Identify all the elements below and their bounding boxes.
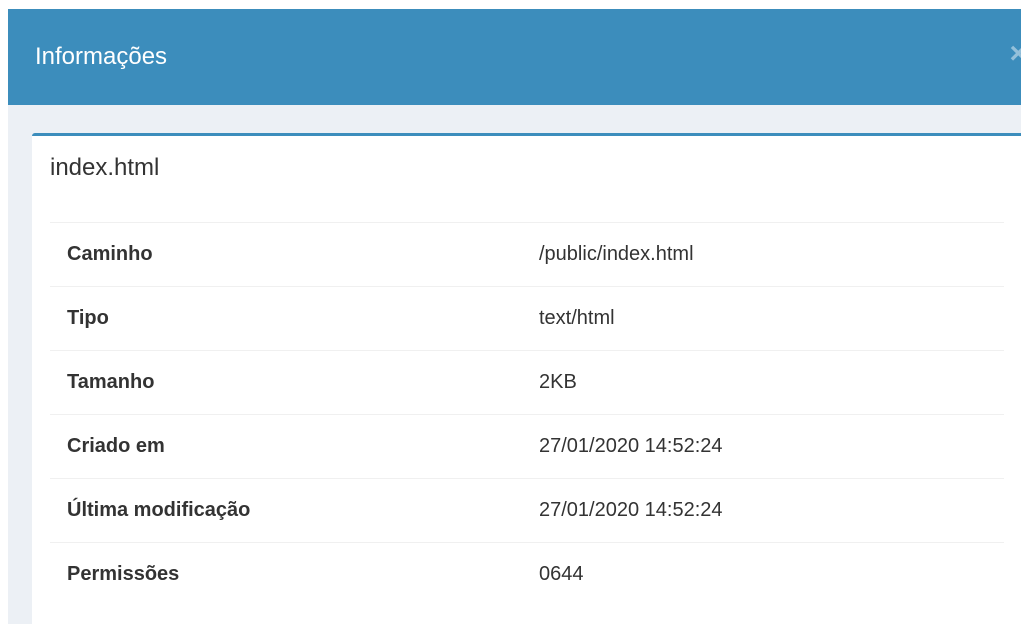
table-row-size: Tamanho 2KB (50, 350, 1004, 415)
row-label: Tipo (67, 307, 109, 329)
modal-title: Informações (35, 43, 168, 70)
row-label: Caminho (67, 243, 153, 265)
row-label: Criado em (67, 435, 165, 457)
info-modal: Informações × index.html Caminho /public… (8, 9, 1021, 624)
row-value: text/html (539, 307, 615, 329)
row-value: /public/index.html (539, 243, 694, 265)
close-button[interactable]: × (1009, 39, 1021, 69)
table-row-permissions: Permissões 0644 (50, 542, 1004, 607)
file-name-title: index.html (50, 154, 160, 181)
row-value: 27/01/2020 14:52:24 (539, 499, 723, 521)
row-label: Permissões (67, 563, 180, 586)
row-label: Tamanho (67, 371, 155, 393)
table-row-path: Caminho /public/index.html (50, 222, 1004, 287)
row-value: 0644 (539, 563, 584, 586)
table-row-modified: Última modificação 27/01/2020 14:52:24 (50, 478, 1004, 543)
modal-body: index.html Caminho /public/index.html Ti… (8, 105, 1021, 624)
modal-header: Informações × (8, 9, 1021, 105)
file-info-table: Caminho /public/index.html Tipo text/htm… (50, 222, 1004, 607)
table-row-created: Criado em 27/01/2020 14:52:24 (50, 414, 1004, 479)
row-label: Última modificação (67, 499, 251, 521)
table-row-type: Tipo text/html (50, 286, 1004, 351)
row-value: 2KB (539, 371, 577, 393)
row-value: 27/01/2020 14:52:24 (539, 435, 723, 457)
file-info-box: index.html Caminho /public/index.html Ti… (32, 133, 1021, 624)
